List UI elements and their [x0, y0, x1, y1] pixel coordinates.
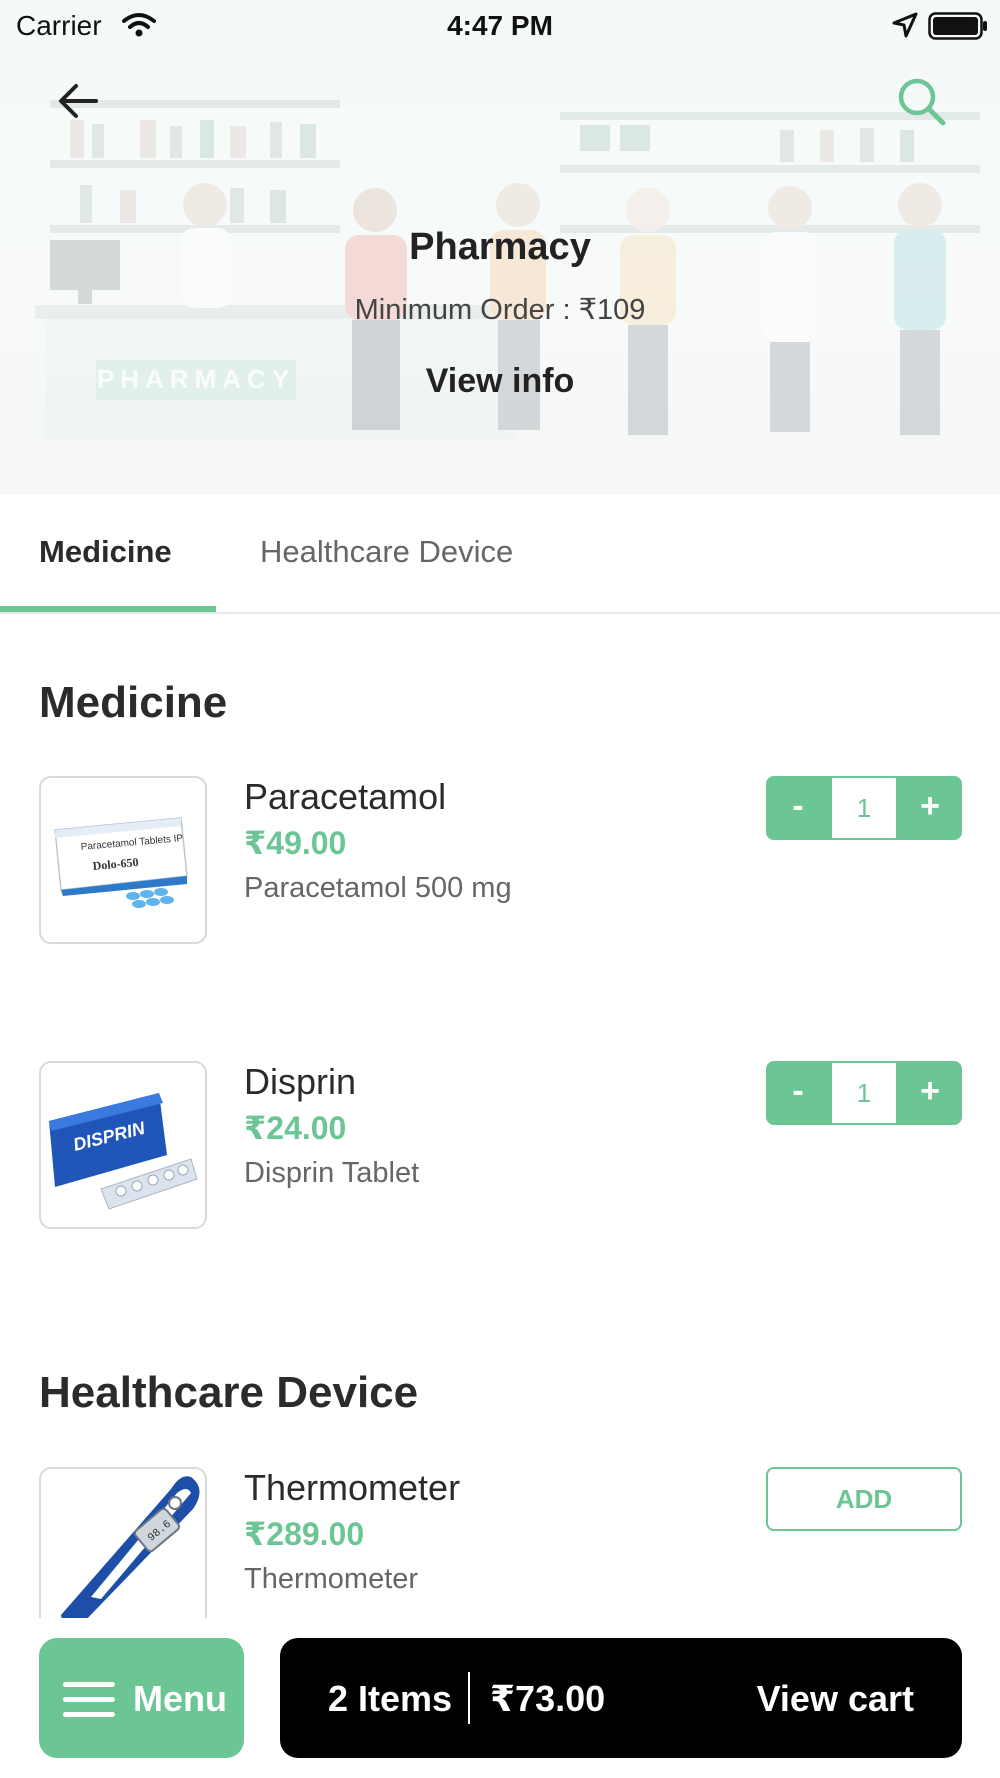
back-button[interactable] [48, 74, 108, 128]
product-price: ₹24.00 [244, 1110, 347, 1146]
increment-button[interactable]: + [898, 1061, 962, 1125]
product-name: Disprin [244, 1061, 357, 1102]
quantity-value: 1 [832, 1063, 896, 1123]
search-button[interactable] [890, 70, 952, 132]
quantity-stepper: - 1 + [766, 1061, 962, 1125]
paracetamol-box-image: Paracetamol Tablets IP Dolo-650 [54, 817, 188, 908]
quantity-stepper: - 1 + [766, 776, 962, 840]
location-arrow-icon [892, 12, 918, 38]
decrement-button[interactable]: - [766, 1061, 830, 1125]
quantity-value: 1 [832, 778, 896, 838]
product-card: Paracetamol Tablets IP Dolo-650 Paraceta… [0, 776, 1000, 946]
product-price: ₹49.00 [244, 825, 347, 861]
product-image[interactable]: Paracetamol Tablets IP Dolo-650 [39, 776, 207, 944]
view-cart-button[interactable]: View cart [757, 1678, 914, 1720]
cart-divider [468, 1672, 470, 1724]
store-title: Pharmacy [409, 226, 591, 268]
product-description: Thermometer [244, 1563, 419, 1595]
active-tab-indicator [0, 606, 216, 612]
header-divider-strip [0, 456, 1000, 494]
cart-total: ₹73.00 [490, 1678, 606, 1719]
disprin-box-image: DISPRIN [49, 1093, 198, 1210]
product-price: ₹289.00 [244, 1516, 365, 1552]
product-description: Disprin Tablet [244, 1157, 420, 1189]
arrow-left-icon [59, 84, 98, 118]
decrement-button[interactable]: - [766, 776, 830, 840]
cart-item-count: 2 Items [328, 1678, 453, 1719]
product-card: DISPRIN Disprin ₹24.00 Disprin Tablet - … [0, 1061, 1000, 1231]
product-name: Paracetamol [244, 776, 447, 817]
status-bar: Carrier 4:47 PM [0, 0, 1000, 50]
thermometer-image: 98.6 [61, 1476, 200, 1625]
tab-medicine[interactable]: Medicine [39, 534, 172, 570]
store-header: PHARMACY Carrier 4:47 PM Pharmacy Minimu… [0, 0, 1000, 456]
battery-icon [928, 12, 987, 40]
menu-button[interactable]: Menu [39, 1638, 244, 1758]
product-image[interactable]: DISPRIN [39, 1061, 207, 1229]
product-image[interactable]: 98.6 [39, 1467, 207, 1635]
add-to-cart-button[interactable]: ADD [766, 1467, 962, 1531]
clock: 4:47 PM [447, 10, 553, 41]
view-cart-bar[interactable]: 2 Items ₹73.00 View cart [280, 1638, 962, 1758]
view-info-link[interactable]: View info [0, 362, 1000, 401]
product-name: Thermometer [244, 1467, 461, 1508]
section-heading-healthcare-device: Healthcare Device [39, 1368, 419, 1417]
search-icon [898, 78, 946, 126]
section-heading-medicine: Medicine [39, 678, 228, 727]
minimum-order-text: Minimum Order : ₹109 [354, 294, 646, 326]
tab-healthcare-device[interactable]: Healthcare Device [260, 534, 513, 570]
increment-button[interactable]: + [898, 776, 962, 840]
product-card: 98.6 Thermometer ₹289.00 Thermometer ADD [0, 1467, 1000, 1637]
hamburger-menu-icon [63, 1682, 115, 1717]
product-description: Paracetamol 500 mg [244, 872, 512, 904]
category-tabs: Medicine Healthcare Device [0, 494, 1000, 614]
menu-label: Menu [133, 1678, 227, 1719]
